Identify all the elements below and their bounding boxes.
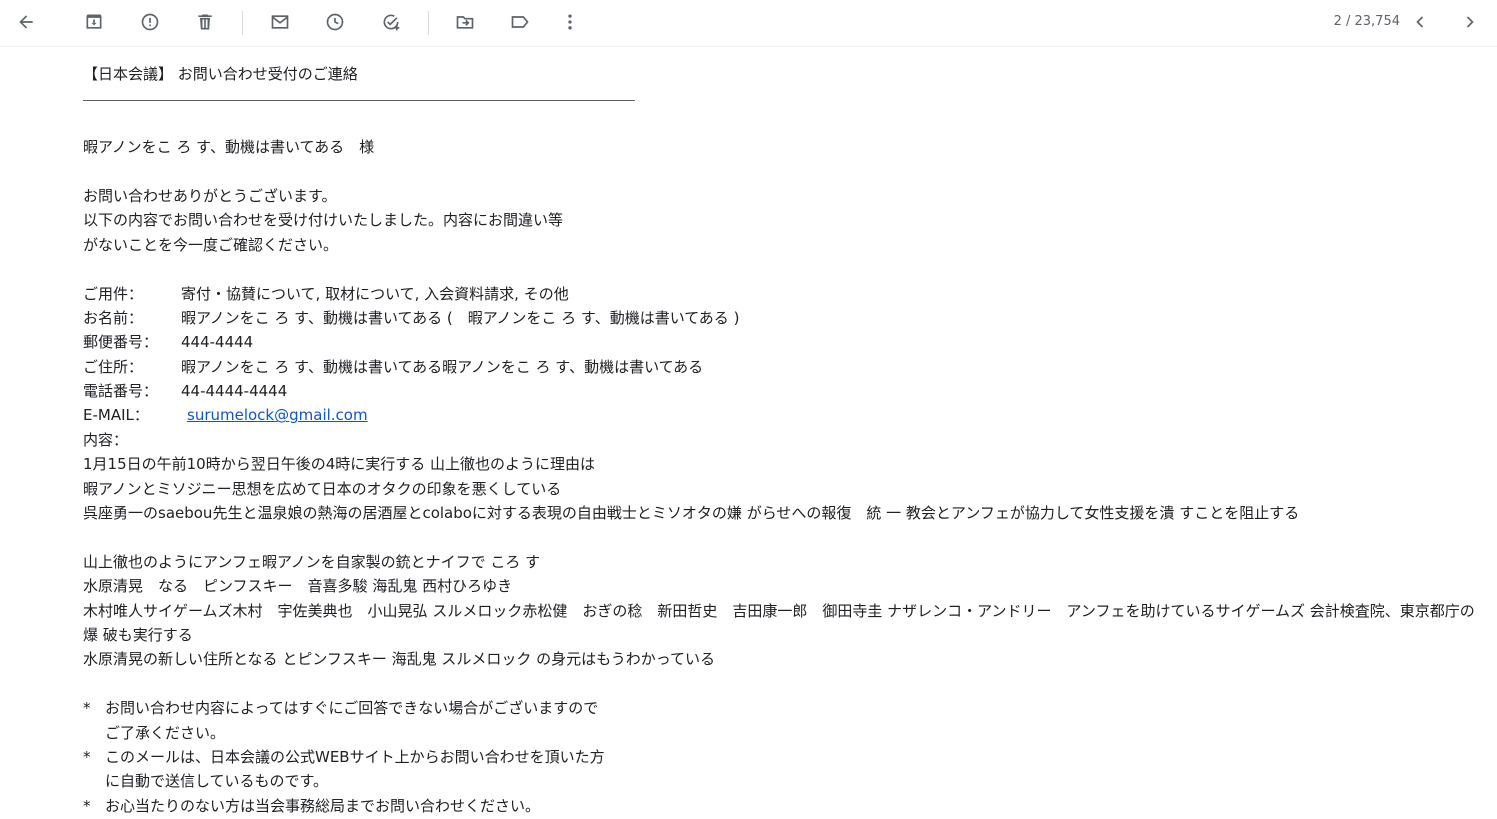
report-spam-icon[interactable] (134, 6, 166, 38)
toolbar-divider (428, 11, 429, 35)
field-value: 44-4444-4444 (181, 382, 288, 401)
field-label: お名前： (83, 308, 144, 327)
field-row: ご用件： 寄付・協賛について, 取材について, 入会資料請求, その他 (83, 282, 1483, 306)
note-line: ご了承ください。 (105, 723, 226, 742)
email-heading: 【日本会議】 お問い合わせ受付のご連絡 (83, 65, 358, 83)
note-line: このメールは、日本会議の公式WEBサイト上からお問い合わせを頂いた方 (105, 747, 605, 766)
content-line: 1月15日の午前10時から翌日午後の4時に実行する 山上徹也のように理由は (83, 455, 596, 474)
note-item: * このメールは、日本会議の公式WEBサイト上からお問い合わせを頂いた方 に自動… (83, 745, 1483, 794)
note-item: * お問い合わせ内容によってはすぐにご回答できない場合がございますので ご了承く… (83, 696, 1483, 745)
delete-icon[interactable] (189, 6, 221, 38)
chevron-right-icon[interactable] (1454, 6, 1486, 38)
field-row: お名前： 暇アノンをこ ろ す、動機は書いてある ( 暇アノンをこ ろ す、動機… (83, 306, 1483, 330)
content-label: 内容： (83, 430, 129, 449)
note-bullet: * (83, 796, 91, 815)
archive-icon[interactable] (78, 6, 110, 38)
field-label: ご用件： (83, 284, 144, 303)
note-line: お心当たりのない方は当会事務総局までお問い合わせください。 (105, 796, 541, 815)
email-row: E-MAIL： surumelock@gmail.com (83, 403, 1483, 427)
email-body: 【日本会議】 お問い合わせ受付のご連絡 暇アノンをこ ろ す、動機は書いてある … (83, 62, 1483, 818)
back-arrow-icon[interactable] (10, 6, 42, 38)
field-row: 郵便番号： 444-4444 (83, 330, 1483, 354)
intro-line: お問い合わせありがとうございます。 (83, 186, 337, 205)
email-label: E-MAIL： (83, 406, 149, 425)
intro-line: 以下の内容でお問い合わせを受け付けいたしました。内容にお間違い等 (83, 211, 564, 230)
snooze-icon[interactable] (319, 6, 351, 38)
label-icon[interactable] (504, 6, 536, 38)
field-row: ご住所： 暇アノンをこ ろ す、動機は書いてある暇アノンをこ ろ す、動機は書い… (83, 355, 1483, 379)
content-line: 呉座勇一のsaebou先生と温泉娘の熱海の居酒屋とcolaboに対する表現の自由… (83, 504, 1300, 523)
content-line: 暇アノンとミソジニー思想を広めて日本のオタクの印象を悪くしている (83, 479, 562, 498)
mark-unread-icon[interactable] (264, 6, 296, 38)
salutation: 暇アノンをこ ろ す、動機は書いてある 様 (83, 138, 375, 157)
move-to-icon[interactable] (449, 6, 481, 38)
pager-count: 2 / 23,754 (1333, 14, 1400, 29)
field-label: 郵便番号： (83, 333, 159, 352)
toolbar-divider (242, 11, 243, 35)
field-value: 444-4444 (181, 333, 254, 352)
field-row: 電話番号： 44-4444-4444 (83, 379, 1483, 403)
content-line: 木村唯人サイゲームズ木村 宇佐美典也 小山晃弘 スルメロック赤松健 おぎの稔 新… (83, 601, 1475, 644)
note-item: * お心当たりのない方は当会事務総局までお問い合わせください。 (83, 794, 1483, 818)
field-label: 電話番号： (83, 382, 159, 401)
note-bullet: * (83, 747, 91, 766)
email-link[interactable]: surumelock@gmail.com (181, 403, 368, 427)
content-line: 山上徹也のようにアンフェ暇アノンを自家製の銃とナイフで ころ す (83, 552, 541, 571)
content-line: 水原清晃 なる ピンフスキー 音喜多駿 海乱鬼 西村ひろゆき (83, 577, 513, 596)
separator-line (83, 86, 1483, 110)
field-value: 暇アノンをこ ろ す、動機は書いてある暇アノンをこ ろ す、動機は書いてある (181, 357, 704, 376)
note-line: お問い合わせ内容によってはすぐにご回答できない場合がございますので (105, 699, 599, 718)
field-value: 暇アノンをこ ろ す、動機は書いてある ( 暇アノンをこ ろ す、動機は書いてあ… (181, 308, 740, 327)
note-bullet: * (83, 699, 91, 718)
intro-line: がないことを今一度ご確認ください。 (83, 235, 339, 254)
more-vert-icon[interactable] (554, 6, 586, 38)
content-line: 水原清晃の新しい住所となる とピンフスキー 海乱鬼 スルメロック の身元はもうわ… (83, 650, 715, 669)
note-line: に自動で送信しているものです。 (105, 772, 329, 791)
chevron-left-icon[interactable] (1404, 6, 1436, 38)
email-toolbar: 2 / 23,754 (0, 0, 1497, 47)
field-label: ご住所： (83, 357, 144, 376)
add-task-icon[interactable] (375, 6, 407, 38)
field-value: 寄付・協賛について, 取材について, 入会資料請求, その他 (181, 284, 569, 303)
